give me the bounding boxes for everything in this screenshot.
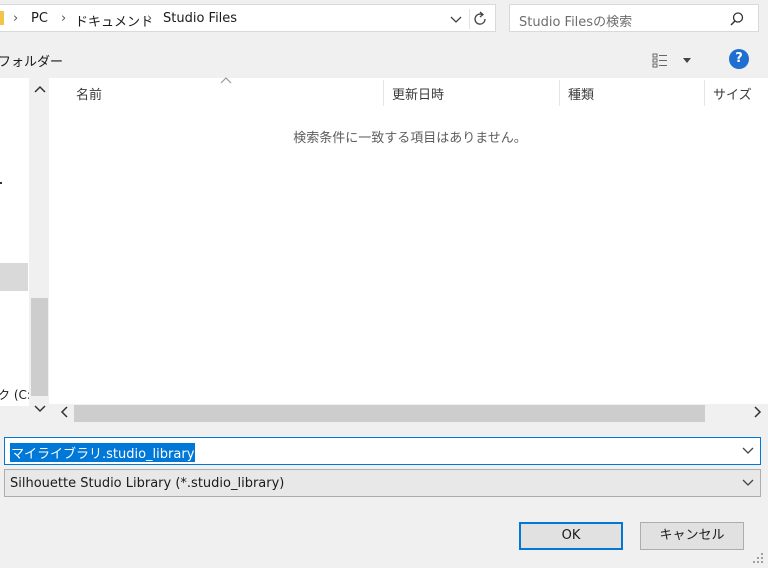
- new-folder-button[interactable]: フォルダー: [0, 51, 63, 70]
- column-header-name[interactable]: 名前: [76, 84, 102, 103]
- breadcrumb-separator: ›: [13, 11, 19, 26]
- chevron-down-icon[interactable]: [742, 444, 754, 459]
- search-icon[interactable]: [728, 10, 746, 28]
- filetype-select[interactable]: Silhouette Studio Library (*.studio_libr…: [4, 469, 761, 497]
- column-divider[interactable]: [704, 80, 705, 106]
- chevron-down-icon: [450, 16, 462, 23]
- help-button[interactable]: ?: [729, 49, 749, 69]
- scroll-left-icon[interactable]: [60, 405, 70, 423]
- address-dropdown-button[interactable]: [447, 10, 465, 28]
- search-input[interactable]: Studio Filesの検索: [519, 11, 632, 30]
- column-header-type[interactable]: 種類: [568, 84, 594, 103]
- scroll-up-icon[interactable]: [34, 84, 46, 97]
- column-header-size[interactable]: サイズ: [713, 84, 752, 103]
- chevron-down-icon[interactable]: [742, 476, 754, 491]
- caret-down-icon: [683, 58, 691, 63]
- filename-combobox[interactable]: マイライブラリ.studio_library: [4, 437, 761, 465]
- ok-button[interactable]: OK: [519, 522, 623, 550]
- nav-item-drive-c[interactable]: ク (C:: [0, 386, 31, 403]
- search-box[interactable]: Studio Filesの検索: [509, 4, 759, 32]
- filetype-selected-value: Silhouette Studio Library (*.studio_libr…: [10, 476, 285, 491]
- column-divider[interactable]: [383, 80, 384, 106]
- nav-item-marker: [0, 182, 2, 184]
- sort-ascending-icon: [220, 74, 232, 87]
- empty-results-message: 検索条件に一致する項目はありません。: [293, 131, 527, 146]
- filename-input[interactable]: マイライブラリ.studio_library: [10, 443, 196, 462]
- view-options-button[interactable]: [651, 50, 699, 70]
- nav-scrollbar-thumb[interactable]: [31, 298, 48, 396]
- breadcrumb-separator: ›: [61, 11, 67, 26]
- scroll-right-icon[interactable]: [752, 405, 762, 423]
- resize-grip-icon[interactable]: [752, 552, 764, 564]
- horizontal-scrollbar-thumb[interactable]: [74, 405, 705, 422]
- scroll-down-icon[interactable]: [34, 404, 46, 417]
- breadcrumb-pc[interactable]: PC: [31, 11, 48, 26]
- refresh-button[interactable]: [469, 9, 492, 29]
- folder-icon: [0, 11, 4, 25]
- breadcrumb-documents[interactable]: ドキュメント: [75, 11, 153, 30]
- breadcrumb-studio-files[interactable]: Studio Files: [163, 11, 237, 26]
- breadcrumb-separator: ›: [147, 11, 153, 26]
- address-bar[interactable]: › PC › ドキュメント › Studio Files: [0, 4, 496, 32]
- refresh-icon: [474, 11, 486, 25]
- cancel-button[interactable]: キャンセル: [640, 522, 744, 550]
- column-header-modified[interactable]: 更新日時: [392, 84, 444, 103]
- details-view-icon: [652, 53, 667, 68]
- nav-selected-item[interactable]: [0, 263, 28, 291]
- column-divider[interactable]: [559, 80, 560, 106]
